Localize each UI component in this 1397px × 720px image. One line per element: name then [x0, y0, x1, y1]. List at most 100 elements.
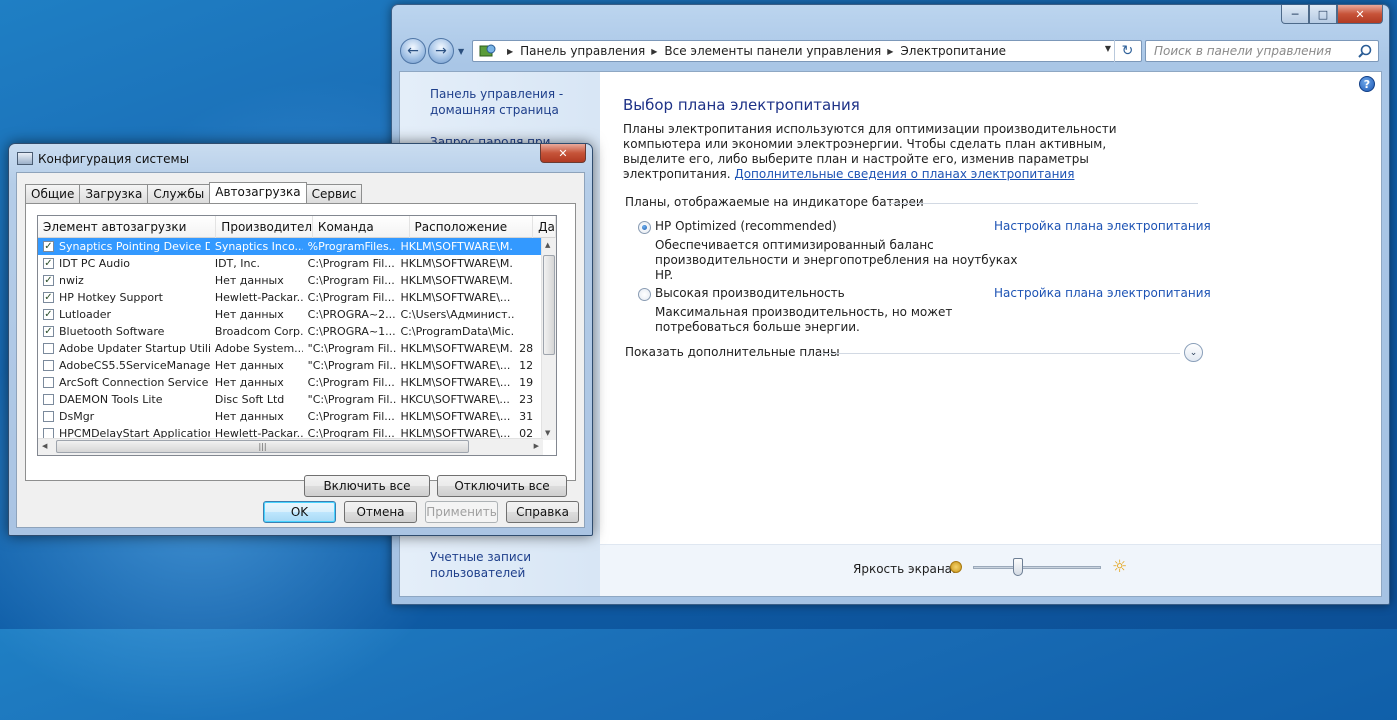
plan-description: Обеспечивается оптимизированный баланс п…	[655, 238, 1018, 282]
plan-radio-selected[interactable]	[638, 221, 651, 234]
column-header-location[interactable]: Расположение	[410, 216, 534, 238]
table-row[interactable]: ✓ Bluetooth Software Broadcom Corp... C:\PR…	[38, 323, 543, 340]
expand-icon[interactable]: ⌄	[1184, 343, 1203, 362]
cell-date: 31	[519, 410, 534, 423]
table-row[interactable]: ArcSoft Connection Service Нет данных C:\P…	[38, 374, 543, 391]
table-row[interactable]: DsMgr Нет данных C:\Program Fil... HKLM\SOF…	[38, 408, 543, 425]
breadcrumb-separator[interactable]: ▶	[651, 47, 657, 56]
scroll-right-icon[interactable]: ▶	[534, 442, 539, 450]
address-bar[interactable]: ▶ Панель управления ▶ Все элементы панел…	[472, 40, 1142, 62]
table-row[interactable]: ✓ nwiz Нет данных C:\Program Fil... HKLM\SOF…	[38, 272, 543, 289]
scrollbar-thumb[interactable]: |||	[56, 440, 469, 453]
close-button[interactable]: ✕	[540, 144, 586, 163]
column-header-date[interactable]: Да	[533, 216, 556, 238]
table-row[interactable]: HPCMDelayStart Application Hewlett-Packar…	[38, 425, 543, 438]
breadcrumb-separator[interactable]: ▶	[887, 47, 893, 56]
horizontal-scrollbar[interactable]: ◀ ||| ▶	[38, 438, 543, 455]
table-row[interactable]: ✓ HP Hotkey Support Hewlett-Packar... C:\Pr…	[38, 289, 543, 306]
brightness-slider[interactable]	[973, 566, 1101, 569]
plan-name[interactable]: HP Optimized (recommended)	[655, 219, 837, 233]
brightness-slider-thumb[interactable]	[1012, 558, 1023, 576]
ok-button[interactable]: OK	[263, 501, 336, 523]
column-header-command[interactable]: Команда	[313, 216, 410, 238]
user-accounts-link[interactable]: Учетные записи пользователей	[430, 549, 550, 581]
cell-item: Synaptics Pointing Device Driver	[59, 240, 210, 253]
scroll-down-icon[interactable]: ▼	[545, 429, 550, 437]
apply-button[interactable]: Применить	[425, 501, 498, 523]
scroll-up-icon[interactable]: ▲	[545, 241, 550, 249]
checkbox-checked[interactable]: ✓	[43, 241, 54, 252]
cell-date: 12	[519, 359, 534, 372]
table-row[interactable]: ✓ Synaptics Pointing Device Driver Synapti…	[38, 238, 543, 255]
dialog-title: Конфигурация системы	[38, 152, 190, 166]
section-divider	[890, 203, 1198, 204]
cell-location: C:\Users\Админист...	[400, 308, 515, 321]
change-plan-settings-link[interactable]: Настройка плана электропитания	[994, 286, 1211, 300]
table-row[interactable]: Adobe Updater Startup Utility Adobe Syste…	[38, 340, 543, 357]
back-button[interactable]: ←	[400, 38, 426, 64]
forward-button[interactable]: →	[428, 38, 454, 64]
cell-command: C:\Program Fil...	[307, 376, 395, 389]
bright-sun-icon: ☼	[1112, 557, 1128, 577]
table-row[interactable]: ✓ IDT PC Audio IDT, Inc. C:\Program Fil... H…	[38, 255, 543, 272]
address-dropdown-icon[interactable]: ▼	[1105, 44, 1111, 53]
checkbox[interactable]	[43, 428, 54, 438]
show-additional-plans[interactable]: Показать дополнительные планы	[625, 345, 840, 359]
column-header-item[interactable]: Элемент автозагрузки	[38, 216, 217, 238]
search-icon[interactable]	[1358, 44, 1372, 58]
close-button[interactable]: ✕	[1337, 5, 1383, 24]
breadcrumb-all-items[interactable]: Все элементы панели управления	[664, 44, 881, 58]
page-title: Выбор плана электропитания	[623, 96, 860, 114]
cell-command: C:\PROGRA~1...	[307, 325, 396, 338]
system-configuration-dialog: Конфигурация системы ✕ Общие Загрузка Сл…	[8, 143, 593, 536]
recent-pages-dropdown[interactable]: ▼	[458, 47, 464, 56]
breadcrumb-power-options[interactable]: Электропитание	[900, 44, 1006, 58]
control-panel-home-link[interactable]: Панель управления - домашняя страница	[430, 86, 600, 118]
cell-location: HKLM\SOFTWARE\M...	[400, 274, 515, 287]
table-row[interactable]: DAEMON Tools Lite Disc Soft Ltd "C:\Progra…	[38, 391, 543, 408]
cancel-button[interactable]: Отмена	[344, 501, 417, 523]
refresh-button[interactable]: ↻	[1114, 40, 1140, 62]
checkbox-checked[interactable]: ✓	[43, 292, 54, 303]
vertical-scrollbar[interactable]: ▲ ▼	[541, 238, 556, 440]
table-row[interactable]: AdobeCS5.5ServiceManager Нет данных "C:\Pr…	[38, 357, 543, 374]
cell-item: ArcSoft Connection Service	[59, 376, 209, 389]
change-plan-settings-link[interactable]: Настройка плана электропитания	[994, 219, 1211, 233]
checkbox[interactable]	[43, 411, 54, 422]
enable-all-button[interactable]: Включить все	[304, 475, 430, 497]
tab-startup[interactable]: Автозагрузка	[209, 182, 307, 203]
tab-services[interactable]: Службы	[147, 184, 211, 203]
msconfig-icon	[17, 152, 33, 165]
help-button[interactable]: Справка	[506, 501, 579, 523]
checkbox[interactable]	[43, 343, 54, 354]
checkbox-checked[interactable]: ✓	[43, 326, 54, 337]
table-row[interactable]: ✓ Lutloader Нет данных C:\PROGRA~2... C:\Use…	[38, 306, 543, 323]
plan-name[interactable]: Высокая производительность	[655, 286, 845, 300]
minimize-button[interactable]: ─	[1281, 5, 1309, 24]
cell-vendor: Нет данных	[214, 359, 284, 372]
checkbox-checked[interactable]: ✓	[43, 275, 54, 286]
cell-command: C:\Program Fil...	[307, 274, 395, 287]
tab-boot[interactable]: Загрузка	[79, 184, 149, 203]
plan-description: Максимальная производительность, но може…	[655, 305, 953, 334]
cell-command: C:\Program Fil...	[307, 257, 395, 270]
maximize-button[interactable]: □	[1309, 5, 1337, 24]
checkbox[interactable]	[43, 394, 54, 405]
cell-command: "C:\Program Fil...	[307, 359, 396, 372]
plan-radio[interactable]	[638, 288, 651, 301]
tab-general[interactable]: Общие	[25, 184, 81, 203]
disable-all-button[interactable]: Отключить все	[437, 475, 567, 497]
cell-location: HKCU\SOFTWARE\...	[400, 393, 510, 406]
more-info-link[interactable]: Дополнительные сведения о планах электро…	[734, 167, 1074, 181]
tab-tools[interactable]: Сервис	[305, 184, 363, 203]
column-header-vendor[interactable]: Производитель	[216, 216, 313, 238]
help-icon[interactable]: ?	[1359, 76, 1375, 92]
search-input[interactable]: Поиск в панели управления	[1145, 40, 1379, 62]
checkbox-checked[interactable]: ✓	[43, 309, 54, 320]
breadcrumb-control-panel[interactable]: Панель управления	[520, 44, 645, 58]
scroll-left-icon[interactable]: ◀	[42, 442, 47, 450]
checkbox-checked[interactable]: ✓	[43, 258, 54, 269]
scrollbar-thumb[interactable]	[543, 255, 555, 355]
checkbox[interactable]	[43, 360, 54, 371]
checkbox[interactable]	[43, 377, 54, 388]
